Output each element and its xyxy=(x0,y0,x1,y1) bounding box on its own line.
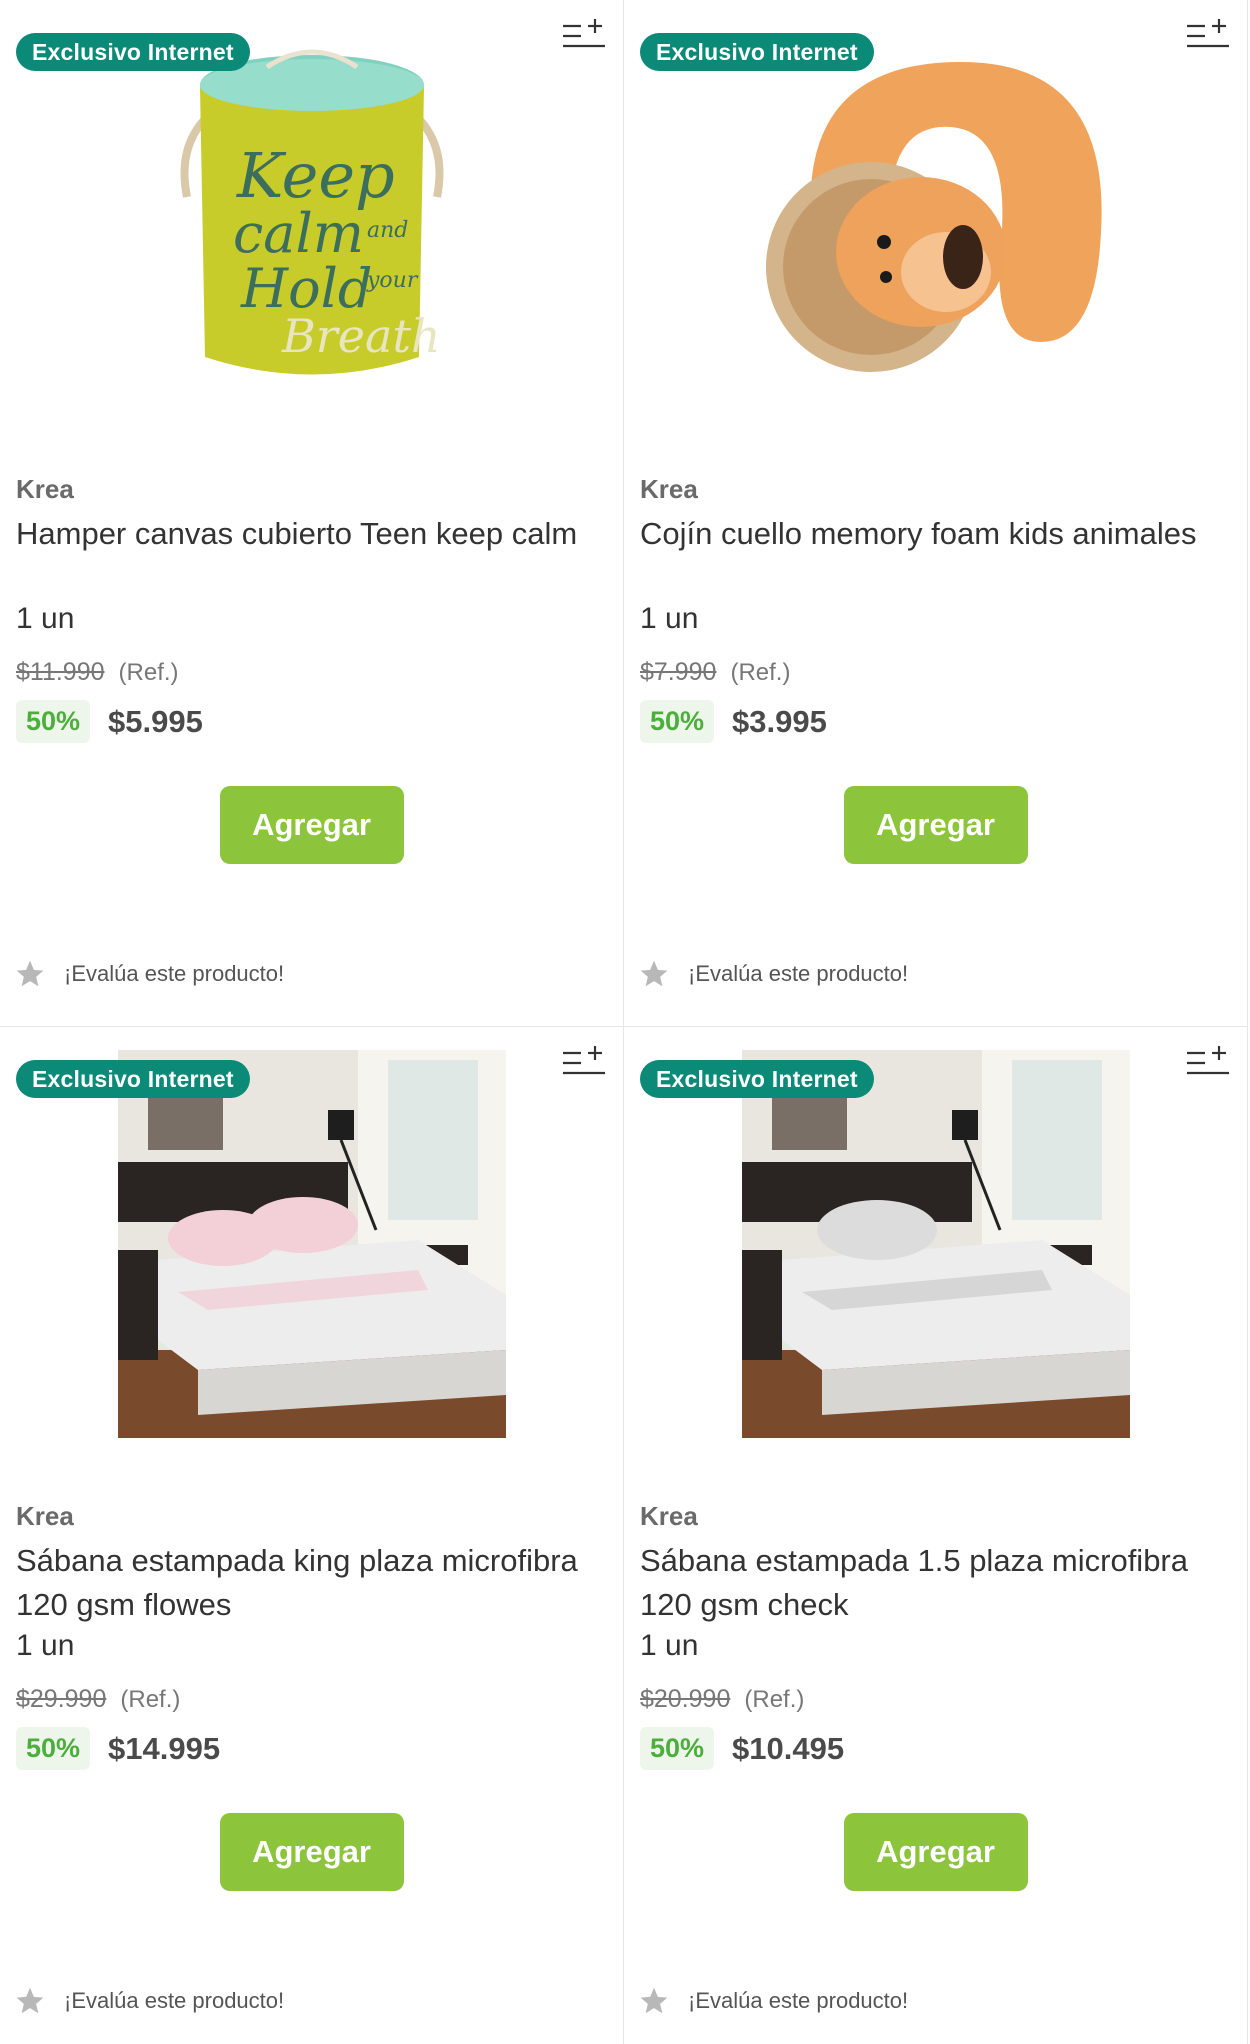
old-price: $7.990 xyxy=(640,658,717,686)
star-icon xyxy=(16,960,44,987)
exclusive-badge: Exclusivo Internet xyxy=(640,1060,874,1098)
compare-list-icon[interactable] xyxy=(561,1045,609,1079)
reference-price: $11.990 (Ref.) xyxy=(16,658,179,687)
price-row: 50% $14.995 xyxy=(16,1727,220,1770)
product-quantity: 1 un xyxy=(640,1629,699,1662)
compare-list-icon[interactable] xyxy=(1185,1045,1233,1079)
exclusive-badge: Exclusivo Internet xyxy=(16,33,250,71)
ref-label: (Ref.) xyxy=(118,659,179,686)
keep-calm-hamper-image: Keep calm and Hold your Breath xyxy=(180,49,443,375)
product-grid: Exclusivo Internet Keep calm and Hold yo… xyxy=(0,0,1250,2044)
product-quantity: 1 un xyxy=(16,602,75,635)
hamper-text: your xyxy=(366,268,419,293)
price-row: 50% $5.995 xyxy=(16,700,203,743)
product-card[interactable]: Exclusivo Internet Krea Sábana estampada… xyxy=(624,1027,1248,2044)
rate-label: ¡Evalúa este producto! xyxy=(64,961,285,986)
compare-list-icon[interactable] xyxy=(561,18,609,52)
reference-price: $29.990 (Ref.) xyxy=(16,1685,180,1714)
product-card[interactable]: Exclusivo Internet Krea Cojín cuello mem… xyxy=(624,0,1248,1027)
product-name[interactable]: Sábana estampada 1.5 plaza microfibra 12… xyxy=(640,1539,1229,1627)
rate-product-link[interactable]: ¡Evalúa este producto! xyxy=(638,1985,908,2017)
old-price: $20.990 xyxy=(640,1685,731,1713)
reference-price: $7.990 (Ref.) xyxy=(640,658,790,687)
rate-label: ¡Evalúa este producto! xyxy=(688,961,909,986)
exclusive-badge: Exclusivo Internet xyxy=(16,1060,250,1098)
add-to-cart-button[interactable]: Agregar xyxy=(843,786,1028,864)
product-image[interactable] xyxy=(624,1039,1247,1449)
product-name[interactable]: Sábana estampada king plaza microfibra 1… xyxy=(16,1539,605,1627)
rate-product-link[interactable]: ¡Evalúa este producto! xyxy=(14,958,284,990)
compare-list-icon[interactable] xyxy=(1185,18,1233,52)
product-brand: Krea xyxy=(16,1501,74,1531)
rate-label: ¡Evalúa este producto! xyxy=(688,1988,909,2013)
hamper-text: and xyxy=(367,218,408,243)
product-image[interactable] xyxy=(0,1039,623,1449)
current-price: $14.995 xyxy=(108,1730,221,1766)
reference-price: $20.990 (Ref.) xyxy=(640,1685,804,1714)
discount-badge: 50% xyxy=(640,700,715,743)
ref-label: (Ref.) xyxy=(744,1686,805,1713)
current-price: $10.495 xyxy=(732,1730,845,1766)
product-card[interactable]: Exclusivo Internet Krea Sábana estampada… xyxy=(0,1027,624,2044)
product-name[interactable]: Hamper canvas cubierto Teen keep calm xyxy=(16,512,605,556)
discount-badge: 50% xyxy=(16,700,91,743)
price-row: 50% $3.995 xyxy=(640,700,827,743)
star-icon xyxy=(640,1987,668,2014)
rate-label: ¡Evalúa este producto! xyxy=(64,1988,285,2013)
product-image[interactable] xyxy=(624,12,1247,422)
product-name[interactable]: Cojín cuello memory foam kids animales xyxy=(640,512,1229,556)
exclusive-badge: Exclusivo Internet xyxy=(640,33,874,71)
rate-product-link[interactable]: ¡Evalúa este producto! xyxy=(638,958,908,990)
add-to-cart-button[interactable]: Agregar xyxy=(219,786,404,864)
product-card[interactable]: Exclusivo Internet Keep calm and Hold yo… xyxy=(0,0,624,1027)
discount-badge: 50% xyxy=(16,1727,91,1770)
ref-label: (Ref.) xyxy=(730,659,791,686)
star-icon xyxy=(640,960,668,987)
hamper-text: Breath xyxy=(281,309,441,363)
rate-product-link[interactable]: ¡Evalúa este producto! xyxy=(14,1985,284,2017)
price-row: 50% $10.495 xyxy=(640,1727,844,1770)
product-brand: Krea xyxy=(16,474,74,504)
old-price: $11.990 xyxy=(16,658,105,686)
product-quantity: 1 un xyxy=(16,1629,75,1662)
discount-badge: 50% xyxy=(640,1727,715,1770)
product-brand: Krea xyxy=(640,1501,698,1531)
add-to-cart-button[interactable]: Agregar xyxy=(219,1813,404,1891)
current-price: $5.995 xyxy=(108,703,203,739)
add-to-cart-button[interactable]: Agregar xyxy=(843,1813,1028,1891)
product-brand: Krea xyxy=(640,474,698,504)
current-price: $3.995 xyxy=(732,703,827,739)
product-quantity: 1 un xyxy=(640,602,699,635)
lion-neck-pillow-image xyxy=(765,62,1102,372)
bed-sheet-flowers-image xyxy=(117,1050,506,1438)
product-image[interactable]: Keep calm and Hold your Breath xyxy=(0,12,623,422)
bed-sheet-check-image xyxy=(741,1050,1130,1438)
star-icon xyxy=(16,1987,44,2014)
hamper-text: calm xyxy=(233,202,364,265)
old-price: $29.990 xyxy=(16,1685,107,1713)
ref-label: (Ref.) xyxy=(120,1686,181,1713)
